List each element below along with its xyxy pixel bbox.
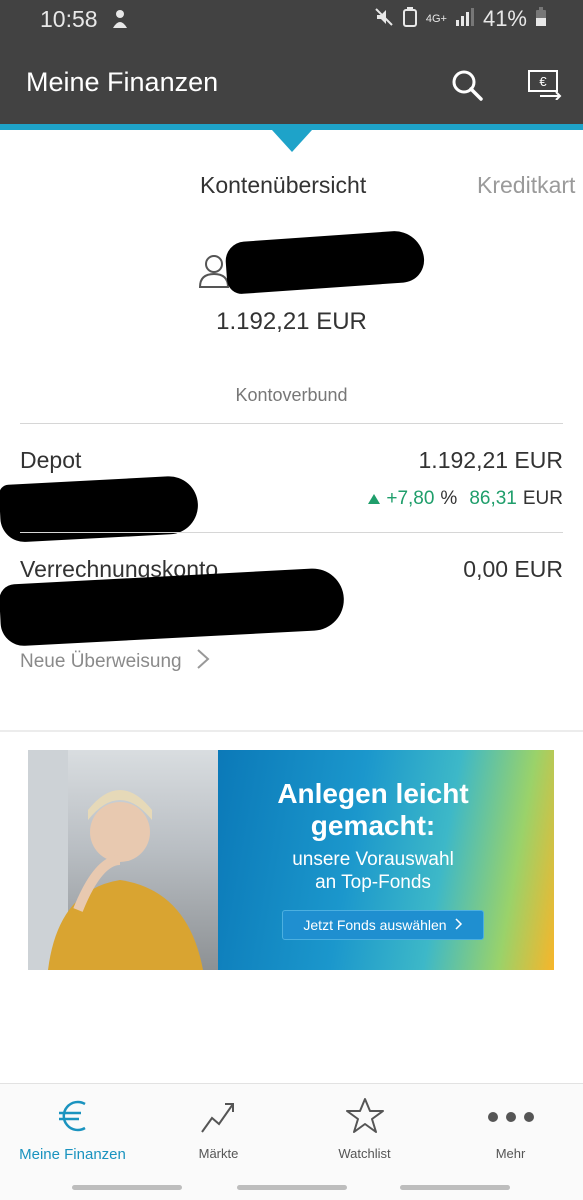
performance-amount-unit: EUR — [522, 488, 563, 509]
chart-trend-icon — [199, 1096, 239, 1141]
banner-headline: Anlegen leicht gemacht: — [218, 778, 528, 842]
gesture-bar-left — [72, 1185, 182, 1190]
euro-icon — [53, 1096, 93, 1141]
banner-headline-line-2: gemacht: — [310, 810, 436, 841]
more-dots-icon — [487, 1110, 535, 1128]
nav-label: Mehr — [495, 1146, 526, 1161]
account-name: Depot — [20, 447, 82, 473]
mute-icon — [374, 7, 394, 32]
banner-subtitle-line-2: an Top-Fonds — [315, 872, 431, 893]
banner-headline-line-1: Anlegen leicht — [277, 778, 469, 809]
banner-subtitle-line-1: unsere Vorauswahl — [292, 849, 454, 870]
gesture-bar-center — [237, 1185, 347, 1190]
nav-mehr[interactable]: Mehr — [438, 1084, 583, 1174]
status-bar: 10:58 4G+ 41% — [0, 0, 583, 40]
performance-percent: +7,80 — [386, 488, 435, 509]
battery-saver-icon — [402, 6, 418, 32]
total-balance: 1.192,21 EUR — [216, 308, 367, 335]
chevron-right-icon — [196, 648, 210, 676]
tab-indicator — [272, 130, 312, 152]
gesture-bar-right — [400, 1185, 510, 1190]
new-transfer-link[interactable]: Neue Überweisung — [20, 648, 210, 676]
status-icons: 4G+ 41% — [374, 6, 547, 32]
tab-kontenuebersicht[interactable]: Kontenübersicht — [200, 172, 366, 199]
battery-level: 41% — [482, 6, 527, 31]
new-transfer-label: Neue Überweisung — [20, 651, 182, 672]
star-icon — [345, 1096, 385, 1141]
nav-label: Watchlist — [338, 1146, 391, 1161]
nav-watchlist[interactable]: Watchlist — [292, 1084, 437, 1174]
network-type: 4G+ — [425, 13, 447, 25]
account-balance: 0,00 EUR — [463, 556, 563, 582]
performance-percent-unit: % — [440, 488, 458, 509]
app-title: Meine Finanzen — [26, 67, 219, 97]
divider — [20, 532, 563, 533]
notification-icon — [110, 8, 130, 35]
redacted-owner-name — [224, 229, 426, 295]
svg-text:€: € — [539, 74, 547, 89]
nav-label: Märkte — [198, 1146, 239, 1161]
account-balance: 1.192,21 EUR — [418, 447, 563, 473]
nav-label: Meine Finanzen — [19, 1146, 126, 1163]
banner-subtitle: unsere Vorauswahl an Top-Fonds — [218, 848, 528, 894]
bottom-navigation: Meine Finanzen Märkte Watchlist Mehr — [0, 1083, 583, 1200]
nav-meine-finanzen[interactable]: Meine Finanzen — [0, 1084, 145, 1174]
euro-transfer-icon[interactable]: € — [526, 68, 562, 101]
fonds-promo-banner[interactable]: Anlegen leicht gemacht: unsere Vorauswah… — [28, 750, 554, 970]
banner-photo — [28, 750, 218, 970]
performance-amount: 86,31 — [469, 488, 517, 509]
signal-icon — [455, 7, 475, 31]
tab-kreditkarte[interactable]: Kreditkart — [477, 172, 575, 199]
section-divider — [0, 730, 583, 732]
select-fonds-label: Jetzt Fonds auswählen — [303, 917, 447, 933]
performance: +7,80 % 86,31 EUR — [368, 488, 563, 510]
nav-maerkte[interactable]: Märkte — [146, 1084, 291, 1174]
app-bar: Meine Finanzen € — [0, 40, 583, 130]
group-title: Kontoverbund — [235, 385, 348, 405]
search-icon[interactable] — [450, 68, 484, 102]
account-owner — [198, 229, 428, 295]
divider — [20, 423, 563, 424]
select-fonds-button[interactable]: Jetzt Fonds auswählen — [282, 910, 484, 940]
account-tabs: Kontenübersicht Kreditkart — [0, 168, 583, 204]
trend-up-icon — [368, 494, 381, 504]
battery-icon — [535, 6, 547, 32]
status-time: 10:58 — [40, 6, 98, 32]
chevron-right-icon — [455, 917, 463, 933]
